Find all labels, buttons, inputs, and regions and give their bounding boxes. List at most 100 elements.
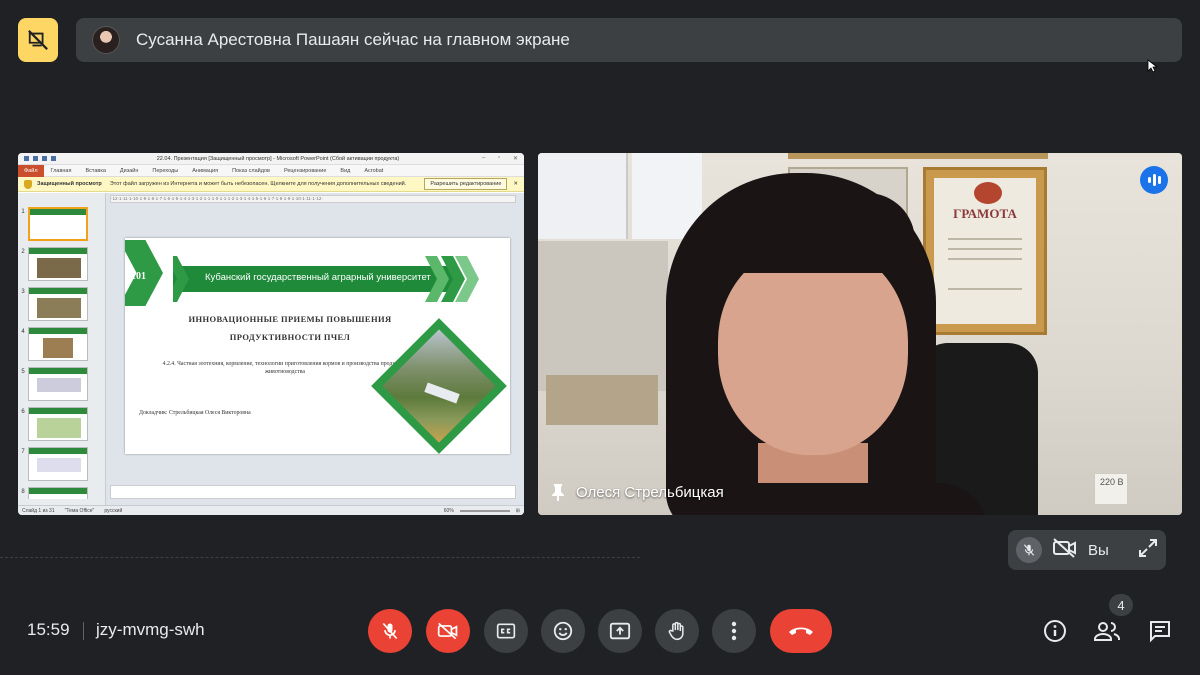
speaking-indicator-icon: [1140, 166, 1168, 194]
meeting-code[interactable]: jzy-mvmg-swh: [96, 620, 205, 640]
participant-body: [688, 483, 988, 515]
thumbnail-row[interactable]: 6: [18, 407, 105, 447]
self-mic-muted-icon[interactable]: [1016, 537, 1042, 563]
thumbnail-number: 3: [21, 289, 25, 295]
thumbnail-row[interactable]: 2: [18, 247, 105, 287]
slide-thumbnail[interactable]: [28, 247, 88, 281]
ribbon-tab-slideshow[interactable]: Показ слайдов: [225, 168, 277, 174]
mic-toggle-button[interactable]: [368, 609, 412, 653]
protected-view-message[interactable]: Этот файл загружен из Интернета и может …: [110, 181, 425, 187]
presentation-tile[interactable]: 22.04. Презентация [Защищенный просмотр]…: [18, 153, 524, 515]
slide-thumbnail[interactable]: [28, 447, 88, 481]
participant-video-tile[interactable]: ГРАМОТА 220 В Олеся Стрельбицкая: [538, 153, 1182, 515]
stop-presenting-icon[interactable]: [18, 18, 58, 62]
mic-off-icon: [382, 622, 398, 640]
hang-up-icon: [789, 627, 813, 635]
presenter-banner-text: Сусанна Арестовна Пашаян сейчас на главн…: [136, 30, 570, 49]
slide-thumbnail[interactable]: [28, 367, 88, 401]
pin-icon[interactable]: [550, 483, 566, 501]
present-icon: [609, 622, 631, 640]
ribbon-tab-view[interactable]: Вид: [333, 168, 357, 174]
thumbnail-row[interactable]: 3: [18, 287, 105, 327]
self-camera-off-icon[interactable]: [1052, 537, 1078, 563]
slide-thumbnail[interactable]: [28, 407, 88, 441]
participant-count-badge: 4: [1109, 594, 1133, 616]
notes-pane[interactable]: [110, 485, 516, 499]
shelf: [538, 241, 668, 391]
ribbon-tab-file[interactable]: Файл: [18, 164, 44, 177]
university-logo: 101: [125, 240, 173, 310]
ppt-status-bar: Слайд 1 из 31 "Тема Office" русский 60% …: [18, 505, 524, 515]
self-view-label: Вы: [1088, 541, 1109, 559]
thumbnail-row[interactable]: 1: [18, 207, 105, 247]
ppt-ribbon: Файл Главная Вставка Дизайн Переходы Ани…: [18, 164, 524, 177]
chat-button[interactable]: [1143, 614, 1177, 648]
current-slide[interactable]: 101 Кубанский государственный аграрный у…: [125, 238, 510, 454]
thumbnail-row[interactable]: 8: [18, 487, 105, 499]
ribbon-tab-transitions[interactable]: Переходы: [145, 168, 185, 174]
university-name: Кубанский государственный аграрный униве…: [205, 272, 431, 283]
divider-line: [0, 557, 640, 558]
zoom-slider[interactable]: [459, 509, 510, 512]
participant-name-bar: Олеся Стрельбицкая: [550, 483, 724, 501]
people-button[interactable]: [1090, 614, 1124, 648]
more-options-button[interactable]: [712, 609, 756, 653]
logo-text: 101: [131, 271, 146, 282]
info-icon: [1044, 620, 1066, 642]
crest-emblem: [974, 182, 1002, 204]
slide-thumbnail[interactable]: [28, 287, 88, 321]
emoji-icon: [553, 621, 573, 641]
ribbon-tab-home[interactable]: Главная: [44, 168, 79, 174]
ribbon-tab-animation[interactable]: Анимация: [185, 168, 225, 174]
ribbon-tab-acrobat[interactable]: Acrobat: [357, 168, 390, 174]
present-screen-button[interactable]: [598, 609, 642, 653]
ribbon-tab-review[interactable]: Рецензирование: [277, 168, 333, 174]
thumbnail-row[interactable]: 4: [18, 327, 105, 367]
slide-title-line1: ИННОВАЦИОННЫЕ ПРИЕМЫ ПОВЫШЕНИЯ: [188, 314, 392, 324]
thumbnail-number: 2: [21, 249, 25, 255]
slide-thumbnail[interactable]: [28, 487, 88, 499]
shield-icon: [24, 179, 32, 189]
thumbnail-number: 7: [21, 449, 25, 455]
expand-icon[interactable]: [1138, 538, 1158, 563]
zoom-level: 60%: [443, 507, 454, 514]
participant-face: [718, 245, 908, 455]
horizontal-ruler: ·12·1·11·1·10·1·9·1·8·1·7·1·6·1·5·1·4·1·…: [110, 195, 516, 203]
protected-view-bar: Защищенный просмотр Этот файл загружен и…: [18, 177, 524, 192]
ribbon-tab-design[interactable]: Дизайн: [113, 168, 146, 174]
leave-call-button[interactable]: [770, 609, 832, 653]
meet-window: Сусанна Арестовна Пашаян сейчас на главн…: [0, 0, 1200, 675]
thumbnail-number: 8: [21, 489, 25, 495]
thumbnail-row[interactable]: 5: [18, 367, 105, 407]
participant-bangs: [710, 193, 915, 273]
reactions-button[interactable]: [541, 609, 585, 653]
slide-thumbnails-pane[interactable]: 1 2 3 4 5 6 7 8: [18, 193, 106, 505]
presenter-avatar: [92, 26, 120, 54]
protected-view-label: Защищенный просмотр: [37, 181, 102, 187]
meeting-details-button[interactable]: [1038, 614, 1072, 648]
fit-window-icon[interactable]: ⊞: [516, 508, 520, 514]
thumbnail-number: 6: [21, 409, 25, 415]
language-label: русский: [104, 507, 123, 514]
thumbnail-number: 4: [21, 329, 25, 335]
hand-icon: [668, 621, 684, 641]
enable-editing-button[interactable]: Разрешить редактирование: [424, 178, 508, 190]
thumbnail-number: 5: [21, 369, 25, 375]
wall-certificate: [538, 153, 628, 239]
raise-hand-button[interactable]: [655, 609, 699, 653]
certificate-title: ГРАМОТА: [953, 206, 1017, 221]
slide-thumbnail[interactable]: [28, 327, 88, 361]
slide-speaker: Докладчик: Стрельбицкая Олеся Викторовна: [139, 410, 251, 416]
slide-thumbnail[interactable]: [28, 207, 88, 241]
close-icon[interactable]: ✕: [513, 181, 518, 187]
ppt-workspace: 1 2 3 4 5 6 7 8 ·12·1·11·1·10·1·9·1·8·1·…: [18, 193, 524, 505]
ppt-title-bar: 22.04. Презентация [Защищенный просмотр]…: [18, 153, 524, 165]
slide-title-line2: ПРОДУКТИВНОСТИ ПЧЕЛ: [229, 332, 351, 342]
quick-access-toolbar: [24, 156, 74, 161]
ribbon-tab-insert[interactable]: Вставка: [78, 168, 112, 174]
thumbnail-row[interactable]: 7: [18, 447, 105, 487]
camera-toggle-button[interactable]: [426, 609, 470, 653]
captions-button[interactable]: [484, 609, 528, 653]
self-view-pill[interactable]: Вы: [1008, 530, 1166, 570]
certificate-frame: ГРАМОТА: [923, 167, 1047, 335]
